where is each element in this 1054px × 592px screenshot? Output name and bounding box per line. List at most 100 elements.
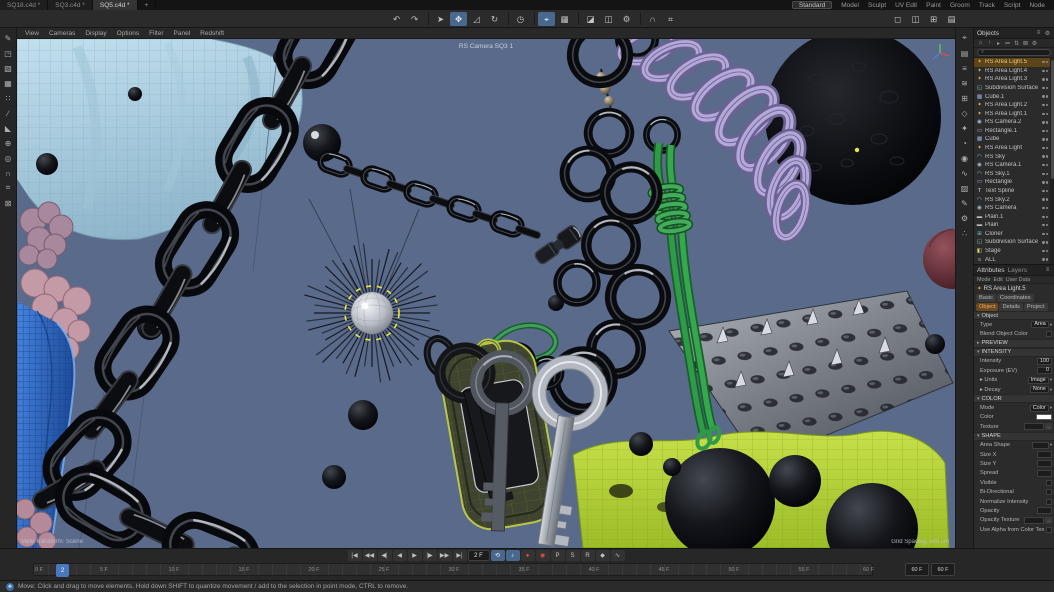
- quantize-icon[interactable]: ⌗: [662, 12, 679, 26]
- current-frame-field[interactable]: 2 F: [468, 550, 490, 561]
- render-visibility-dot[interactable]: [1046, 224, 1048, 226]
- object-row[interactable]: ▩Cube.1: [974, 92, 1050, 101]
- editor-visibility-dot[interactable]: [1042, 155, 1044, 157]
- render-visibility-dot[interactable]: [1046, 70, 1048, 72]
- viewport-menu-options[interactable]: Options: [113, 30, 143, 37]
- visibility-toggles[interactable]: [1042, 216, 1048, 218]
- attribute-control[interactable]: [1037, 507, 1052, 514]
- object-row[interactable]: ✦RS Area Light.1: [974, 109, 1050, 118]
- preview-range-end-field[interactable]: 60 F: [905, 563, 929, 576]
- om-path-icon[interactable]: ▸: [995, 39, 1002, 47]
- editor-visibility-dot[interactable]: [1042, 61, 1044, 63]
- visibility-toggles[interactable]: [1042, 104, 1048, 106]
- asset-browser-icon[interactable]: ▤: [958, 46, 972, 60]
- mograph-icon[interactable]: ⊞: [958, 91, 972, 105]
- render-view-icon[interactable]: ◪: [582, 12, 599, 26]
- attribute-control[interactable]: Color▾: [1030, 405, 1052, 412]
- editor-visibility-dot[interactable]: [1042, 216, 1044, 218]
- dropdown-value[interactable]: Color: [1030, 405, 1049, 412]
- visibility-toggles[interactable]: [1042, 164, 1048, 166]
- workspace-tab-script[interactable]: Script: [1000, 2, 1025, 9]
- render-visibility-dot[interactable]: [1046, 87, 1048, 89]
- visibility-toggles[interactable]: [1042, 233, 1048, 235]
- attribute-control[interactable]: [1037, 451, 1052, 458]
- polygons-mode-icon[interactable]: ◣: [1, 121, 15, 135]
- attribute-control[interactable]: None▾: [1030, 386, 1052, 393]
- om-lock-icon[interactable]: ⊠: [1022, 39, 1029, 47]
- attribute-control[interactable]: [1046, 499, 1052, 505]
- viewport-menu-cameras[interactable]: Cameras: [45, 30, 79, 37]
- editor-visibility-dot[interactable]: [1042, 78, 1044, 80]
- object-row[interactable]: ▭Rectangle: [974, 178, 1050, 187]
- key-parameter-button[interactable]: ◆: [596, 550, 610, 561]
- attribute-control[interactable]: [1036, 414, 1052, 420]
- layout-custom-icon[interactable]: ▤: [943, 12, 960, 26]
- attribute-object-row[interactable]: ✦ RS Area Light.5: [974, 284, 1054, 293]
- object-row[interactable]: ◉RS Camera.1: [974, 161, 1050, 170]
- workspace-tab-groom[interactable]: Groom: [946, 2, 974, 9]
- viewport-menu-filter[interactable]: Filter: [145, 30, 167, 37]
- camera-label[interactable]: RS Camera SQ3 1: [459, 43, 513, 50]
- object-search-box[interactable]: ⌕: [977, 49, 1051, 56]
- layout-quad-view-icon[interactable]: ⊞: [925, 12, 942, 26]
- editor-visibility-dot[interactable]: [1042, 121, 1044, 123]
- checkbox[interactable]: [1046, 480, 1052, 486]
- snap-icon[interactable]: ∩: [644, 12, 661, 26]
- attribute-manager-icon[interactable]: ≡: [958, 61, 972, 75]
- play-button[interactable]: ▶: [408, 550, 422, 561]
- scale-tool-icon[interactable]: ◿: [468, 12, 485, 26]
- settings-icon[interactable]: ⚙: [958, 211, 972, 225]
- visibility-toggles[interactable]: [1042, 173, 1048, 175]
- editor-visibility-dot[interactable]: [1042, 198, 1044, 200]
- goto-start-button[interactable]: |◀: [348, 550, 362, 561]
- object-row[interactable]: ✦RS Area Light.2: [974, 101, 1050, 110]
- undo-icon[interactable]: ↶: [388, 12, 405, 26]
- new-document-tab-button[interactable]: +: [138, 0, 157, 10]
- coordinate-system-icon[interactable]: ⌖: [538, 12, 555, 26]
- visibility-toggles[interactable]: [1042, 113, 1048, 115]
- texture-field[interactable]: [1024, 517, 1044, 524]
- object-row[interactable]: ◉RS Camera: [974, 204, 1050, 213]
- visibility-toggles[interactable]: [1042, 61, 1048, 63]
- quantize-icon[interactable]: ⌗: [1, 181, 15, 195]
- om-up-icon[interactable]: ↑: [986, 39, 993, 47]
- render-visibility-dot[interactable]: [1046, 181, 1048, 183]
- object-row[interactable]: ◱Subdivision Surface 1: [974, 84, 1050, 93]
- dynamics-icon[interactable]: ◇: [958, 106, 972, 120]
- visibility-toggles[interactable]: [1042, 87, 1048, 89]
- document-tab[interactable]: SQ5.c4d *: [93, 0, 138, 10]
- timeline-playhead[interactable]: 2: [56, 564, 69, 577]
- editor-visibility-dot[interactable]: [1042, 95, 1044, 97]
- render-visibility-dot[interactable]: [1046, 216, 1048, 218]
- render-visibility-dot[interactable]: [1046, 104, 1048, 106]
- sculpt-icon[interactable]: ◔: [958, 136, 972, 150]
- number-field[interactable]: 0: [1037, 367, 1052, 374]
- attribute-control[interactable]: …: [1024, 423, 1052, 430]
- sound-button[interactable]: ♪: [506, 550, 520, 561]
- visibility-toggles[interactable]: [1042, 198, 1048, 200]
- editor-visibility-dot[interactable]: [1042, 138, 1044, 140]
- object-row[interactable]: ◠RS Sky.1: [974, 170, 1050, 179]
- object-row[interactable]: ◠RS Sky: [974, 152, 1050, 161]
- attribute-control[interactable]: Image▾: [1028, 377, 1052, 384]
- om-sort-icon[interactable]: ⇅: [1013, 39, 1020, 47]
- previous-key-button[interactable]: ◀◀: [363, 550, 377, 561]
- number-field[interactable]: [1037, 451, 1052, 458]
- viewport-menu-redshift[interactable]: Redshift: [196, 30, 228, 37]
- visibility-toggles[interactable]: [1042, 147, 1048, 149]
- simulation-icon[interactable]: ≋: [958, 76, 972, 90]
- coordinates-panel-icon[interactable]: ⌖: [958, 31, 972, 45]
- render-visibility-dot[interactable]: [1046, 241, 1048, 243]
- attribute-group-color[interactable]: ▾COLOR: [974, 394, 1054, 403]
- render-visibility-dot[interactable]: [1046, 78, 1048, 80]
- edges-mode-icon[interactable]: ∕: [1, 106, 15, 120]
- dropdown-value[interactable]: [1032, 442, 1049, 449]
- rotate-tool-icon[interactable]: ↻: [486, 12, 503, 26]
- attribute-control[interactable]: [1037, 460, 1052, 467]
- points-mode-icon[interactable]: ∷: [1, 91, 15, 105]
- editor-visibility-dot[interactable]: [1042, 233, 1044, 235]
- autokey-button[interactable]: ◉: [536, 550, 550, 561]
- axis-gizmo[interactable]: [929, 42, 951, 64]
- workspace-tab-node[interactable]: Node: [1025, 2, 1049, 9]
- attribute-control[interactable]: ▾: [1032, 442, 1052, 449]
